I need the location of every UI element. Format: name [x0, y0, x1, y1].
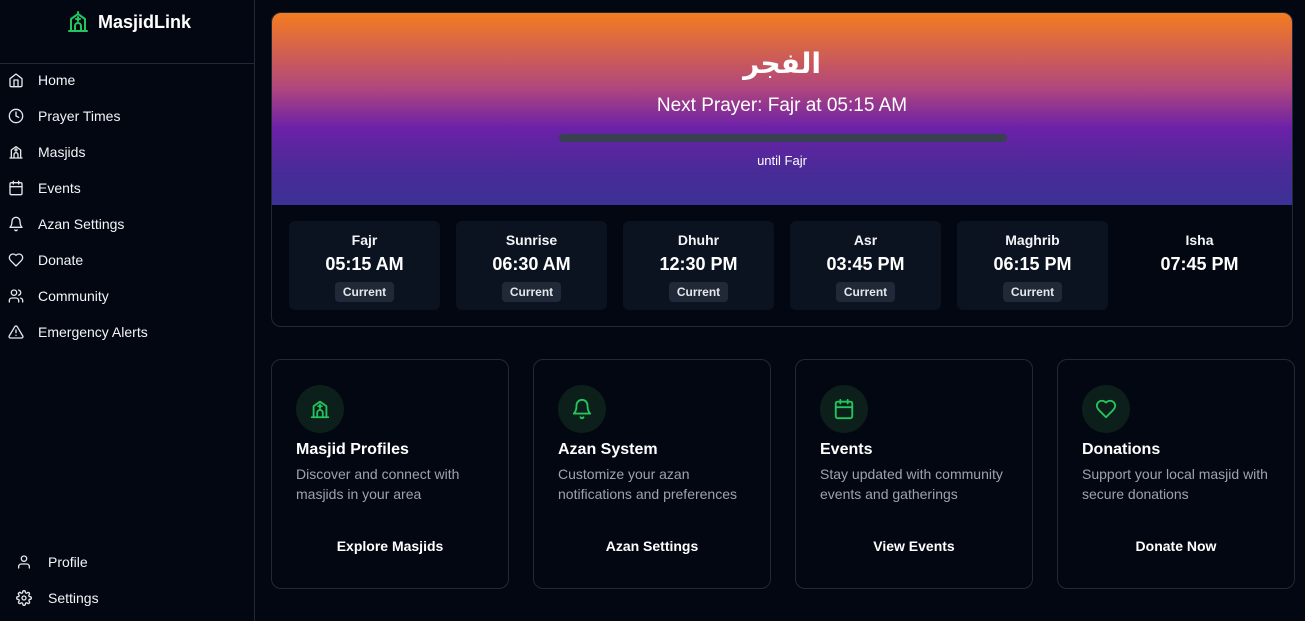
sidebar-item-events[interactable]: Events — [0, 170, 254, 206]
view-events-button[interactable]: View Events — [796, 538, 1032, 554]
home-icon — [9, 73, 23, 88]
prayer-time: 05:15 AM — [325, 254, 404, 274]
current-badge: Current — [835, 282, 896, 302]
gear-icon — [16, 590, 32, 606]
feature-card-donations: Donations Support your local masjid with… — [1057, 359, 1295, 589]
sidebar-item-label: Masjids — [38, 144, 86, 160]
bell-icon — [572, 399, 592, 420]
mosque-icon — [310, 400, 330, 419]
prayer-time-dhuhr[interactable]: Dhuhr 12:30 PM Current — [623, 221, 774, 310]
sidebar-item-masjids[interactable]: Masjids — [0, 134, 254, 170]
current-badge: Current — [334, 282, 395, 302]
users-icon — [8, 289, 24, 303]
sidebar-item-azan-settings[interactable]: Azan Settings — [0, 206, 254, 242]
prayer-name: Fajr — [351, 232, 378, 248]
mosque-icon — [9, 146, 23, 159]
azan-settings-button[interactable]: Azan Settings — [534, 538, 770, 554]
current-badge: Current — [668, 282, 729, 302]
feature-card-azan-system: Azan System Customize your azan notifica… — [533, 359, 771, 589]
prayer-time-fajr[interactable]: Fajr 05:15 AM Current — [289, 221, 440, 310]
calendar-icon — [9, 180, 23, 196]
feature-title: Donations — [1082, 441, 1161, 458]
sidebar-item-label: Profile — [48, 554, 88, 570]
prayer-times-row: Fajr 05:15 AM Current Sunrise 06:30 AM C… — [289, 221, 1275, 310]
prayer-time: 06:30 AM — [492, 254, 571, 274]
prayer-name: Dhuhr — [677, 232, 720, 248]
prayer-time-isha[interactable]: Isha 07:45 PM — [1124, 221, 1275, 310]
user-icon — [18, 555, 30, 569]
feature-icon-circle — [296, 385, 344, 433]
prayer-time-asr[interactable]: Asr 03:45 PM Current — [790, 221, 941, 310]
bell-icon — [9, 216, 23, 232]
donate-now-button[interactable]: Donate Now — [1058, 538, 1294, 554]
current-badge: Current — [501, 282, 562, 302]
sidebar-item-label: Prayer Times — [38, 108, 121, 124]
feature-description: Customize your azan notifications and pr… — [558, 466, 737, 502]
brand-name: MasjidLink — [98, 11, 192, 32]
feature-title: Masjid Profiles — [296, 441, 409, 458]
sidebar-item-emergency-alerts[interactable]: Emergency Alerts — [0, 314, 254, 350]
feature-title: Azan System — [558, 441, 658, 458]
prayer-time: 07:45 PM — [1160, 254, 1239, 274]
prayer-name: Isha — [1185, 232, 1214, 248]
mosque-icon — [68, 11, 88, 32]
sidebar-item-profile[interactable]: Profile — [0, 544, 254, 580]
feature-description: Support your local masjid with secure do… — [1082, 466, 1268, 502]
prayer-time: 06:15 PM — [993, 254, 1072, 274]
main-content: الفجر Next Prayer: Fajr at 05:15 AM unti… — [271, 12, 1295, 589]
sidebar: MasjidLink Home Prayer Times Masjids Eve… — [0, 0, 255, 621]
feature-icon-circle — [1082, 385, 1130, 433]
prayer-name: Asr — [853, 232, 878, 248]
current-badge: Current — [1002, 282, 1063, 302]
feature-description: Stay updated with community events and g… — [820, 466, 1003, 502]
sidebar-item-label: Events — [38, 180, 81, 196]
brand-logo[interactable]: MasjidLink — [66, 10, 191, 34]
feature-title: Events — [820, 441, 873, 458]
feature-cards: Masjid Profiles Discover and connect wit… — [271, 359, 1295, 589]
next-prayer-hero: الفجر Next Prayer: Fajr at 05:15 AM unti… — [272, 13, 1292, 205]
feature-icon-circle — [820, 385, 868, 433]
brand-header: MasjidLink — [0, 0, 254, 64]
sidebar-item-label: Emergency Alerts — [38, 324, 148, 340]
sidebar-item-home[interactable]: Home — [0, 62, 254, 98]
prayer-time-maghrib[interactable]: Maghrib 06:15 PM Current — [957, 221, 1108, 310]
heart-icon — [8, 253, 24, 267]
alert-triangle-icon — [8, 325, 24, 339]
prayer-time: 03:45 PM — [826, 254, 905, 274]
sidebar-item-community[interactable]: Community — [0, 278, 254, 314]
heart-icon — [1095, 399, 1117, 419]
sidebar-item-prayer-times[interactable]: Prayer Times — [0, 98, 254, 134]
prayer-times-card: الفجر Next Prayer: Fajr at 05:15 AM unti… — [271, 12, 1293, 327]
prayer-name: Sunrise — [505, 232, 558, 248]
prayer-time: 12:30 PM — [659, 254, 738, 274]
clock-icon — [8, 108, 24, 124]
feature-description: Discover and connect with masjids in you… — [296, 466, 460, 502]
next-prayer-text: Next Prayer: Fajr at 05:15 AM — [656, 95, 908, 116]
until-text: until Fajr — [757, 153, 807, 168]
sidebar-item-donate[interactable]: Donate — [0, 242, 254, 278]
calendar-icon — [834, 398, 854, 420]
sidebar-item-settings[interactable]: Settings — [0, 580, 254, 616]
prayer-arabic-name: الفجر — [743, 47, 821, 80]
sidebar-item-label: Home — [38, 72, 76, 88]
feature-card-events: Events Stay updated with community event… — [795, 359, 1033, 589]
sidebar-item-label: Settings — [48, 590, 99, 606]
sidebar-item-label: Community — [38, 288, 109, 304]
feature-card-masjid-profiles: Masjid Profiles Discover and connect wit… — [271, 359, 509, 589]
prayer-time-sunrise[interactable]: Sunrise 06:30 AM Current — [456, 221, 607, 310]
sidebar-item-label: Donate — [38, 252, 84, 268]
prayer-name: Maghrib — [1005, 232, 1060, 248]
prayer-progress-bar — [559, 134, 1007, 142]
sidebar-nav: Home Prayer Times Masjids Events Azan Se… — [0, 62, 254, 350]
feature-icon-circle — [558, 385, 606, 433]
sidebar-item-label: Azan Settings — [38, 216, 125, 232]
sidebar-bottom-nav: Profile Settings — [0, 544, 254, 616]
explore-masjids-button[interactable]: Explore Masjids — [272, 538, 508, 554]
